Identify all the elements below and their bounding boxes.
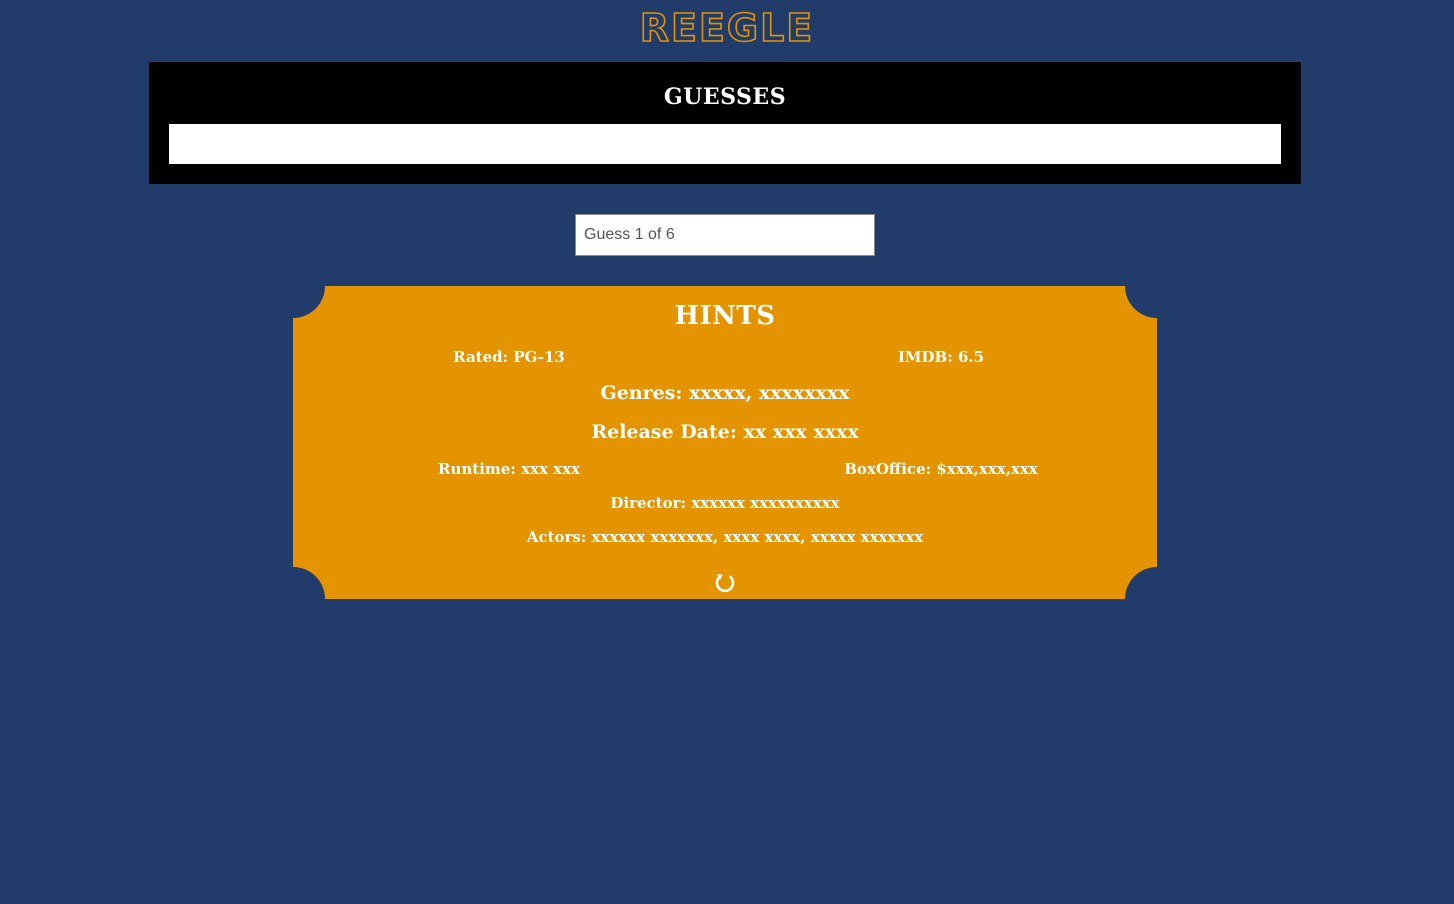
app-logo: REEGLE bbox=[0, 6, 1454, 50]
hint-rated: Rated: PG-13 bbox=[453, 348, 565, 366]
guesses-list bbox=[169, 124, 1281, 164]
hint-release-date: Release Date: xx xxx xxxx bbox=[591, 421, 859, 443]
hint-runtime: Runtime: xxx xxx bbox=[438, 460, 580, 478]
ticket-notch bbox=[1125, 567, 1157, 599]
hints-title: HINTS bbox=[674, 301, 776, 331]
reload-icon[interactable] bbox=[713, 571, 737, 595]
ticket-notch bbox=[293, 567, 325, 599]
hint-row-runtime: Runtime: xxx xxx BoxOffice: $xxx,xxx,xxx bbox=[293, 459, 1157, 479]
guess-input[interactable] bbox=[575, 214, 875, 256]
guesses-title: GUESSES bbox=[663, 84, 787, 110]
hints-card: HINTS Rated: PG-13 IMDB: 6.5 Genres: xxx… bbox=[293, 286, 1157, 599]
hint-row-rating: Rated: PG-13 IMDB: 6.5 bbox=[293, 347, 1157, 367]
hint-imdb: IMDB: 6.5 bbox=[897, 348, 985, 366]
logo-text: REEGLE bbox=[639, 6, 815, 50]
guesses-panel: GUESSES bbox=[149, 62, 1301, 184]
hint-director: Director: xxxxxx xxxxxxxxxx bbox=[610, 494, 840, 512]
hint-genres: Genres: xxxxx, xxxxxxxx bbox=[600, 382, 850, 404]
hint-box-office: BoxOffice: $xxx,xxx,xxx bbox=[844, 460, 1038, 478]
hint-actors: Actors: xxxxxx xxxxxxx, xxxx xxxx, xxxxx… bbox=[526, 528, 924, 546]
